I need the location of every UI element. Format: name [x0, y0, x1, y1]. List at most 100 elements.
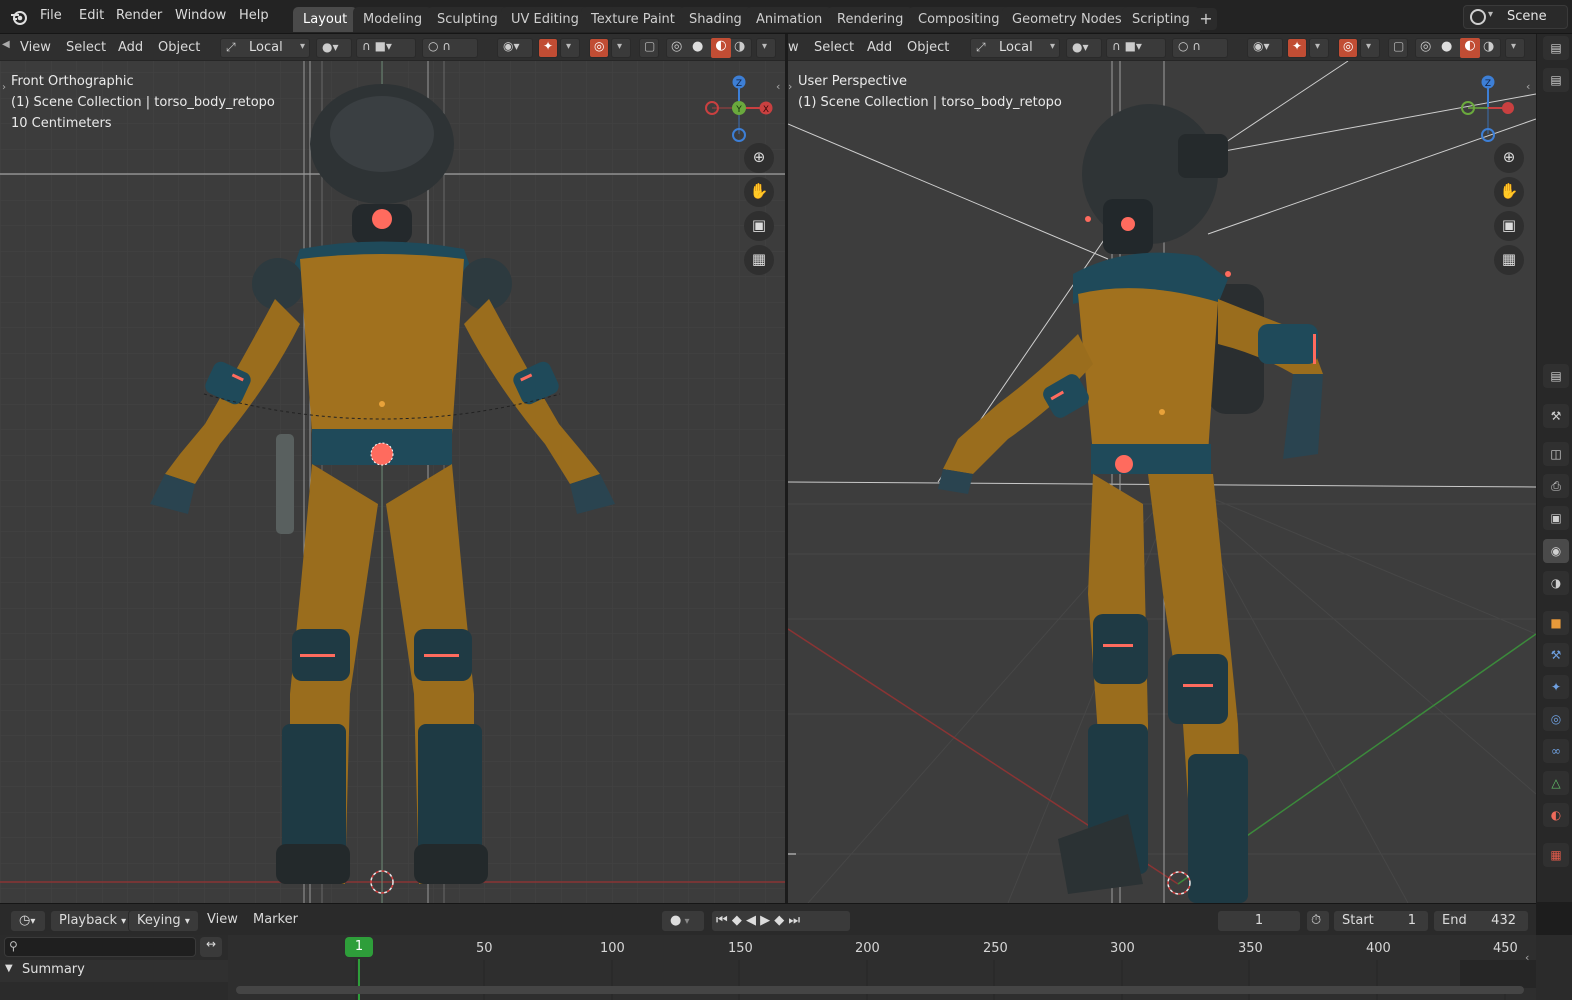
wireframe-shading-icon[interactable]: ◎	[1420, 39, 1431, 54]
collapse-arrow-icon[interactable]: ◀	[2, 39, 10, 50]
menu-file[interactable]: File	[40, 8, 62, 23]
stopwatch-icon[interactable]: ⏱	[1306, 910, 1330, 932]
tab-compositing[interactable]: Compositing	[908, 7, 1010, 32]
sidebar-toggle-right-icon[interactable]: ‹	[776, 80, 780, 93]
tab-layout[interactable]: Layout	[293, 7, 358, 32]
rendered-shading-icon[interactable]: ◑	[1483, 39, 1494, 54]
menu-window[interactable]: Window	[175, 8, 226, 23]
sidebar-toggle-right-icon[interactable]: ‹	[1526, 80, 1530, 93]
camera-icon[interactable]: ▣	[744, 211, 774, 241]
zoom-icon[interactable]: ⊕	[744, 143, 774, 173]
modifier-properties-icon[interactable]: ⚒	[1543, 643, 1569, 667]
material-properties-icon[interactable]: ◐	[1543, 803, 1569, 827]
overlays-toggle[interactable]: ◎	[1338, 38, 1358, 58]
output-properties-icon[interactable]: ⎙	[1543, 474, 1569, 498]
timeline-search[interactable]: ⚲	[4, 937, 196, 957]
timeline-marker-menu[interactable]: Marker	[253, 912, 298, 927]
pivot-point-dropdown[interactable]: ●▾	[316, 38, 352, 58]
scene-selector[interactable]: ▾ Scene	[1463, 5, 1568, 29]
perspective-toggle-icon[interactable]: ▦	[1494, 245, 1524, 275]
physics-properties-icon[interactable]: ◎	[1543, 707, 1569, 731]
gizmo-toggle[interactable]: ✦	[538, 38, 558, 58]
tab-uv-editing[interactable]: UV Editing	[501, 7, 589, 32]
shading-modes[interactable]: ◎ ● ◐ ◑	[666, 38, 752, 58]
data-properties-icon[interactable]: △	[1543, 771, 1569, 795]
menu-help[interactable]: Help	[239, 8, 269, 23]
shading-dropdown[interactable]: ▾	[1505, 38, 1525, 58]
tab-modeling[interactable]: Modeling	[353, 7, 433, 32]
jump-start-icon[interactable]: ⏮	[716, 913, 728, 928]
menu-view-truncated[interactable]: w	[788, 40, 799, 55]
sidebar-toggle-icon[interactable]: ›	[2, 82, 6, 93]
snap-toggle[interactable]: ∩ ■▾	[1106, 38, 1166, 58]
expand-triangle-icon[interactable]: ▼	[5, 963, 13, 974]
editor-type-dropdown[interactable]: ◷▾	[10, 910, 46, 932]
tab-animation[interactable]: Animation	[746, 7, 833, 32]
playhead-frame-badge[interactable]: 1	[345, 937, 373, 957]
add-workspace-button[interactable]: +	[1195, 8, 1217, 30]
keying-dropdown[interactable]: Keying ▾	[128, 910, 199, 932]
outliner-icon[interactable]: ▤	[1543, 68, 1569, 92]
record-button[interactable]: ● ▾	[661, 910, 705, 932]
menu-object-left[interactable]: Object	[158, 40, 200, 55]
viewport-front-orthographic[interactable]: ◀ View Select Add Object ⤢ Local ▾ ●▾ ∩ …	[0, 34, 785, 903]
pan-hand-icon[interactable]: ✋	[1494, 177, 1524, 207]
menu-edit[interactable]: Edit	[79, 8, 104, 23]
timeline-scrollbar[interactable]	[236, 986, 1524, 994]
current-frame-field[interactable]: 1	[1217, 910, 1301, 932]
playback-controls[interactable]: ⏮ ◆ ◀ ▶ ◆ ⏭	[711, 910, 851, 932]
wireframe-shading-icon[interactable]: ◎	[671, 39, 682, 54]
solid-shading-icon[interactable]: ●	[692, 39, 703, 54]
playback-dropdown[interactable]: Playback ▾	[50, 910, 136, 932]
gizmo-dropdown[interactable]: ▾	[560, 38, 580, 58]
render-properties-icon[interactable]: ◫	[1543, 442, 1569, 466]
proportional-editing[interactable]: ○ ∩	[422, 38, 478, 58]
tool-properties-icon[interactable]: ⚒	[1543, 404, 1569, 428]
menu-add-left[interactable]: Add	[118, 40, 143, 55]
camera-icon[interactable]: ▣	[1494, 211, 1524, 241]
xray-toggle[interactable]: ▢	[639, 38, 659, 58]
visibility-dropdown[interactable]: ◉▾	[1247, 38, 1283, 58]
prev-keyframe-icon[interactable]: ◆	[732, 913, 742, 928]
particle-properties-icon[interactable]: ✦	[1543, 675, 1569, 699]
gizmo-toggle[interactable]: ✦	[1287, 38, 1307, 58]
swap-arrows-icon[interactable]: ↔	[200, 937, 222, 957]
navigation-gizmo-right[interactable]: Z	[1456, 74, 1526, 144]
view-layer-properties-icon[interactable]: ▣	[1543, 506, 1569, 530]
menu-object-right[interactable]: Object	[907, 40, 949, 55]
tab-geometry-nodes[interactable]: Geometry Nodes	[1002, 7, 1132, 32]
tab-sculpting[interactable]: Sculpting	[427, 7, 508, 32]
gizmo-dropdown[interactable]: ▾	[1309, 38, 1329, 58]
sidebar-toggle-icon[interactable]: ›	[788, 80, 792, 93]
shading-dropdown[interactable]: ▾	[756, 38, 776, 58]
pivot-point-dropdown[interactable]: ●▾	[1066, 38, 1102, 58]
object-properties-icon[interactable]: ■	[1543, 611, 1569, 635]
start-frame-field[interactable]: Start 1	[1333, 910, 1429, 932]
tab-scripting[interactable]: Scripting	[1122, 7, 1200, 32]
overlays-dropdown[interactable]: ▾	[611, 38, 631, 58]
timeline-view-menu[interactable]: View	[207, 912, 238, 927]
shading-modes[interactable]: ◎ ● ◐ ◑	[1415, 38, 1501, 58]
editor-type-icon[interactable]: ▤	[1543, 36, 1569, 60]
transform-orientation-dropdown[interactable]: ⤢ Local ▾	[970, 38, 1060, 58]
tab-rendering[interactable]: Rendering	[827, 7, 914, 32]
world-properties-icon[interactable]: ◑	[1543, 571, 1569, 595]
solid-shading-icon[interactable]: ●	[1441, 39, 1452, 54]
menu-select-right[interactable]: Select	[814, 40, 854, 55]
menu-view-left[interactable]: View	[20, 40, 51, 55]
viewport-user-perspective[interactable]: w Select Add Object ⤢ Local ▾ ●▾ ∩ ■▾ ○ …	[788, 34, 1536, 903]
tab-shading[interactable]: Shading	[679, 7, 752, 32]
texture-properties-icon[interactable]: ▦	[1543, 843, 1569, 867]
tab-texture-paint[interactable]: Texture Paint	[581, 7, 685, 32]
summary-row[interactable]: ▼ Summary	[0, 960, 228, 982]
pan-hand-icon[interactable]: ✋	[744, 177, 774, 207]
properties-menu-icon[interactable]: ▤	[1543, 364, 1569, 388]
end-frame-field[interactable]: End 432	[1433, 910, 1529, 932]
menu-select-left[interactable]: Select	[66, 40, 106, 55]
next-keyframe-icon[interactable]: ◆	[774, 913, 784, 928]
menu-render[interactable]: Render	[116, 8, 162, 23]
zoom-icon[interactable]: ⊕	[1494, 143, 1524, 173]
material-shading-icon[interactable]: ◐	[711, 38, 731, 58]
play-icon[interactable]: ▶	[760, 913, 770, 928]
visibility-dropdown[interactable]: ◉▾	[497, 38, 533, 58]
